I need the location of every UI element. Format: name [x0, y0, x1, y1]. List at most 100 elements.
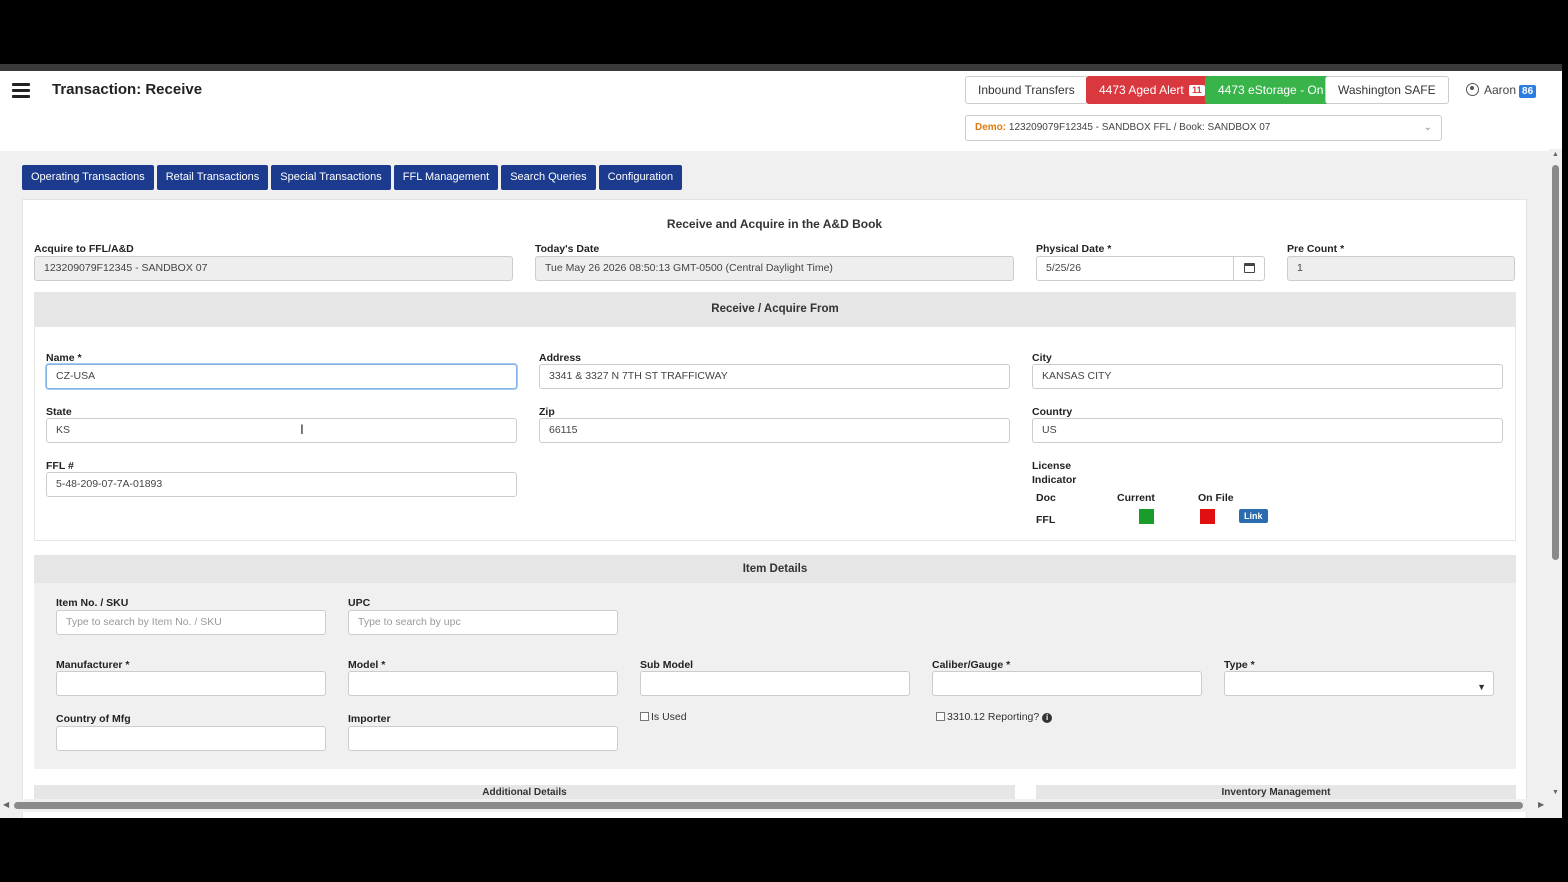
chevron-down-icon: ⌄ — [1423, 122, 1432, 133]
country-field[interactable]: US — [1032, 418, 1503, 443]
todays-date-field[interactable]: Tue May 26 2026 08:50:13 GMT-0500 (Centr… — [535, 256, 1014, 281]
license-current-header: Current — [1117, 492, 1155, 504]
calendar-icon — [1244, 263, 1255, 273]
license-indicator-label-2: Indicator — [1032, 474, 1077, 486]
ffl-number-label: FFL # — [46, 460, 74, 472]
app-window: Transaction: Receive Inbound Transfers 4… — [0, 64, 1562, 818]
license-link-button[interactable]: Link — [1239, 509, 1268, 523]
state-field[interactable]: KS — [46, 418, 517, 443]
estorage-button[interactable]: 4473 eStorage - On — [1205, 76, 1337, 104]
physical-date-label: Physical Date * — [1036, 243, 1112, 255]
physical-date-field[interactable]: 5/25/26 — [1036, 256, 1234, 281]
scroll-right-icon[interactable]: ▶ — [1538, 800, 1544, 809]
country-of-mfg-field[interactable] — [56, 726, 326, 751]
inventory-management-title: Inventory Management — [1221, 787, 1331, 798]
is-used-box[interactable] — [640, 712, 649, 721]
manufacturer-field[interactable] — [56, 671, 326, 696]
vertical-scroll-thumb[interactable] — [1552, 165, 1559, 560]
horizontal-scrollbar[interactable]: ◀ ▶ — [0, 799, 1549, 812]
license-onfile-header: On File — [1198, 492, 1234, 504]
importer-label: Importer — [348, 713, 391, 725]
vertical-scrollbar[interactable]: ▲ ▼ — [1549, 149, 1562, 799]
sku-label: Item No. / SKU — [56, 597, 129, 609]
scroll-up-icon[interactable]: ▲ — [1552, 151, 1559, 158]
model-label: Model * — [348, 659, 386, 671]
license-onfile-indicator — [1200, 509, 1215, 524]
scroll-down-icon[interactable]: ▼ — [1552, 789, 1559, 796]
sku-search-input[interactable]: Type to search by Item No. / SKU — [56, 610, 326, 635]
ffl-number-field[interactable]: 5-48-209-07-7A-01893 — [46, 472, 517, 497]
aged-alert-button[interactable]: 4473 Aged Alert 11 — [1086, 76, 1218, 104]
importer-field[interactable] — [348, 726, 618, 751]
nav-retail-transactions[interactable]: Retail Transactions — [156, 165, 269, 190]
inbound-transfers-button[interactable]: Inbound Transfers — [965, 76, 1088, 104]
horizontal-scroll-thumb[interactable] — [14, 802, 1523, 809]
scroll-left-icon[interactable]: ◀ — [3, 800, 9, 809]
nav-search-queries[interactable]: Search Queries — [501, 165, 596, 190]
todays-date-label: Today's Date — [535, 243, 600, 255]
nav-operating-transactions[interactable]: Operating Transactions — [22, 165, 154, 190]
license-current-indicator — [1139, 509, 1154, 524]
caliber-label: Caliber/Gauge * — [932, 659, 1011, 671]
zip-field[interactable]: 66115 — [539, 418, 1010, 443]
nav-configuration[interactable]: Configuration — [598, 165, 683, 190]
type-label: Type * — [1224, 659, 1255, 671]
type-select[interactable]: ▼ — [1224, 671, 1494, 696]
model-field[interactable] — [348, 671, 618, 696]
nav-ffl-management[interactable]: FFL Management — [393, 165, 499, 190]
country-of-mfg-label: Country of Mfg — [56, 713, 131, 725]
address-label: Address — [539, 352, 582, 364]
receive-section-title: Receive / Acquire From — [711, 303, 839, 315]
is-used-label: Is Used — [651, 711, 687, 723]
calendar-button[interactable] — [1233, 256, 1265, 281]
country-label: Country — [1032, 406, 1073, 418]
main-nav: Operating Transactions Retail Transactio… — [22, 165, 683, 190]
user-menu[interactable]: Aaron 86 — [1466, 83, 1537, 98]
upc-label: UPC — [348, 597, 371, 609]
reporting-checkbox[interactable]: 3310.12 Reporting? i — [936, 711, 1053, 723]
user-name: Aaron — [1484, 83, 1517, 97]
license-indicator-label-1: License — [1032, 460, 1072, 472]
manufacturer-label: Manufacturer * — [56, 659, 130, 671]
reporting-box[interactable] — [936, 712, 945, 721]
is-used-checkbox[interactable]: Is Used — [640, 711, 687, 723]
reporting-label: 3310.12 Reporting? — [947, 711, 1040, 723]
nav-special-transactions[interactable]: Special Transactions — [271, 165, 391, 190]
text-cursor-icon: I — [300, 421, 304, 437]
item-details-title: Item Details — [742, 563, 808, 575]
license-row-doc: FFL — [1036, 514, 1056, 526]
submodel-field[interactable] — [640, 671, 910, 696]
pre-count-label: Pre Count * — [1287, 243, 1345, 255]
state-label: State — [46, 406, 72, 418]
zip-label: Zip — [539, 406, 555, 418]
caliber-field[interactable] — [932, 671, 1202, 696]
city-label: City — [1032, 352, 1052, 364]
book-value: 123209079F12345 - SANDBOX FFL / Book: SA… — [1008, 122, 1271, 133]
info-icon[interactable]: i — [1042, 713, 1053, 723]
user-badge: 86 — [1519, 85, 1537, 98]
user-icon — [1466, 83, 1479, 96]
name-label: Name * — [46, 352, 82, 364]
washington-safe-button[interactable]: Washington SAFE — [1325, 76, 1449, 104]
menu-icon[interactable] — [12, 83, 30, 98]
page-title: Transaction: Receive — [52, 81, 203, 98]
name-field[interactable]: CZ-USA — [46, 364, 517, 389]
aged-alert-label: 4473 Aged Alert — [1099, 83, 1184, 97]
pre-count-field[interactable]: 1 — [1287, 256, 1515, 281]
receive-section-header: Receive / Acquire From — [34, 292, 1516, 327]
acquire-field[interactable]: 123209079F12345 - SANDBOX 07 — [34, 256, 513, 281]
license-doc-header: Doc — [1036, 492, 1056, 504]
book-demo-prefix: Demo: — [975, 122, 1007, 133]
upc-search-input[interactable]: Type to search by upc — [348, 610, 618, 635]
address-field[interactable]: 3341 & 3327 N 7TH ST TRAFFICWAY — [539, 364, 1010, 389]
acquire-label: Acquire to FFL/A&D — [34, 243, 134, 255]
city-field[interactable]: KANSAS CITY — [1032, 364, 1503, 389]
inventory-management-header: Inventory Management — [1036, 785, 1516, 799]
additional-details-header: Additional Details — [34, 785, 1015, 799]
form-title: Receive and Acquire in the A&D Book — [666, 217, 883, 231]
book-select[interactable]: Demo: 123209079F12345 - SANDBOX FFL / Bo… — [965, 115, 1442, 141]
submodel-label: Sub Model — [640, 659, 694, 671]
top-bar: Transaction: Receive Inbound Transfers 4… — [0, 71, 1562, 151]
chevron-down-icon: ▼ — [1477, 682, 1486, 692]
additional-details-title: Additional Details — [482, 787, 567, 798]
